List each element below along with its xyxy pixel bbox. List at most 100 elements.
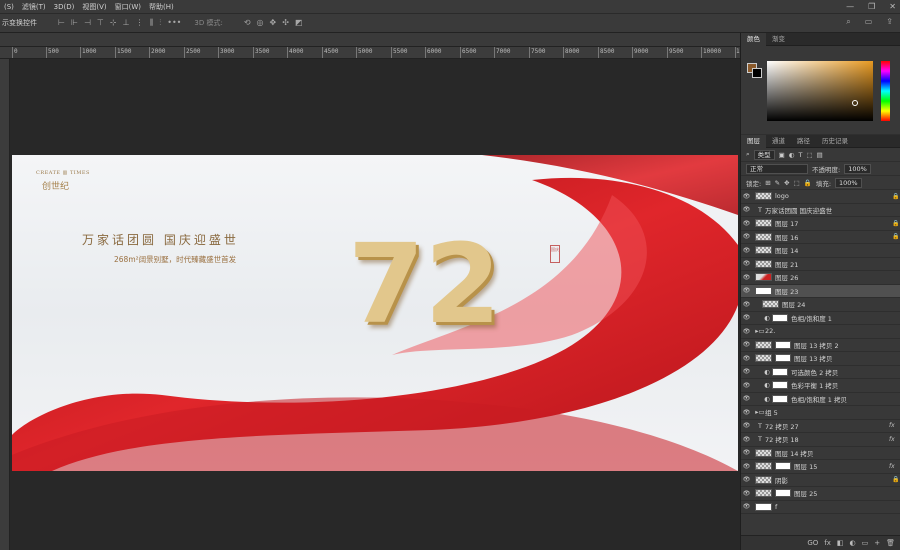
layer-row[interactable]: 👁 ◐ 色相/饱和度 1 xyxy=(741,312,900,325)
visibility-eye-icon[interactable]: 👁 xyxy=(741,220,752,227)
layer-name[interactable]: 可选颜色 2 拷贝 xyxy=(791,367,900,377)
folder-icon[interactable]: ▸▭ xyxy=(755,408,765,416)
layer-row[interactable]: 👁 图层 21 xyxy=(741,258,900,271)
color-picker-field[interactable] xyxy=(767,61,873,121)
layer-thumbnail[interactable] xyxy=(755,340,772,349)
visibility-eye-icon[interactable]: 👁 xyxy=(741,247,752,254)
visibility-eye-icon[interactable]: 👁 xyxy=(741,274,752,281)
align-top-icon[interactable]: ⊤ xyxy=(97,19,104,27)
filter-shape-icon[interactable]: ⬚ xyxy=(806,151,812,159)
tab-color[interactable]: 颜色 xyxy=(741,32,766,46)
layer-row[interactable]: 👁 图层 17 🔒 xyxy=(741,217,900,231)
layer-thumbnail[interactable] xyxy=(755,354,772,363)
visibility-eye-icon[interactable]: 👁 xyxy=(741,193,752,200)
layer-name[interactable]: 图层 13 拷贝 xyxy=(794,353,900,363)
align-left-icon[interactable]: ⊢ xyxy=(58,19,65,27)
menu-3d[interactable]: 3D(D) xyxy=(50,3,79,11)
visibility-eye-icon[interactable]: 👁 xyxy=(741,328,752,335)
layer-name[interactable]: f xyxy=(775,503,900,511)
layer-row[interactable]: 👁 T 72 拷贝 18 fx xyxy=(741,433,900,447)
layer-name[interactable]: 72 拷贝 27 xyxy=(765,421,889,431)
share-icon[interactable]: ⇪ xyxy=(886,18,893,26)
tab-history[interactable]: 历史记录 xyxy=(816,135,854,148)
menu-select[interactable]: (S) xyxy=(0,3,18,11)
show-transform-controls-label[interactable]: 示变换控件 xyxy=(2,18,37,28)
search-icon[interactable]: ⌕ xyxy=(846,18,850,26)
layer-name[interactable]: 图层 16 xyxy=(775,232,891,242)
lock-pixels-icon[interactable]: ⊞ xyxy=(765,179,770,187)
layer-name[interactable]: 图层 26 xyxy=(775,272,900,282)
layer-mask-thumbnail[interactable] xyxy=(775,354,791,363)
layer-name[interactable]: 图层 21 xyxy=(775,259,900,269)
hue-slider[interactable] xyxy=(881,61,890,121)
layer-row[interactable]: 👁 logo 🔒 xyxy=(741,190,900,204)
layer-row[interactable]: 👁 ▸▭ 22. xyxy=(741,325,900,339)
layer-row[interactable]: 👁 图层 14 拷贝 xyxy=(741,447,900,460)
layer-thumbnail[interactable] xyxy=(755,219,772,228)
canvas-workspace[interactable]: CREATE ▥ TIMES 创世纪 万家话团圆 国庆迎盛世 268m²阔景别墅… xyxy=(10,59,740,550)
menu-window[interactable]: 窗口(W) xyxy=(111,2,145,12)
visibility-eye-icon[interactable]: 👁 xyxy=(741,341,752,348)
filter-type-icon[interactable]: T xyxy=(798,151,802,159)
layer-row[interactable]: 👁 ◐ 色相/饱和度 1 拷贝 xyxy=(741,393,900,406)
delete-layer-icon[interactable]: 🗑 xyxy=(886,539,895,547)
visibility-eye-icon[interactable]: 👁 xyxy=(741,476,752,483)
layer-thumbnail[interactable] xyxy=(762,300,779,309)
more-options-icon[interactable]: ••• xyxy=(167,19,181,27)
align-center-icon[interactable]: ⊩ xyxy=(71,19,78,27)
layer-mask-thumbnail[interactable] xyxy=(772,394,788,403)
layer-row[interactable]: 👁 图层 23 xyxy=(741,284,900,298)
layer-row[interactable]: 👁 图层 13 拷贝 2 xyxy=(741,339,900,352)
visibility-eye-icon[interactable]: 👁 xyxy=(741,409,752,416)
layer-thumbnail[interactable] xyxy=(755,502,772,511)
align-right-icon[interactable]: ⊣ xyxy=(84,19,91,27)
layer-name[interactable]: 色彩平衡 1 拷贝 xyxy=(791,380,900,390)
new-layer-icon[interactable]: + xyxy=(874,539,880,547)
add-style-icon[interactable]: fx xyxy=(824,539,831,547)
layer-mask-thumbnail[interactable] xyxy=(772,367,788,376)
visibility-eye-icon[interactable]: 👁 xyxy=(741,355,752,362)
layer-name[interactable]: 阴影 xyxy=(775,475,891,485)
opacity-input[interactable]: 100% xyxy=(844,163,871,174)
new-adjustment-icon[interactable]: ◐ xyxy=(850,539,856,547)
layer-thumbnail[interactable] xyxy=(755,448,772,457)
workspace-icon[interactable]: ▭ xyxy=(865,18,873,26)
filter-pixel-icon[interactable]: ▣ xyxy=(779,151,785,159)
add-mask-icon[interactable]: ◧ xyxy=(837,539,844,547)
layer-name[interactable]: logo xyxy=(775,192,891,200)
layer-row[interactable]: 👁 图层 16 🔒 xyxy=(741,231,900,244)
folder-icon[interactable]: ▸▭ xyxy=(755,327,765,335)
distribute-h-icon[interactable]: ⫼ xyxy=(150,19,154,27)
tab-channels[interactable]: 通道 xyxy=(766,135,791,148)
layer-thumbnail[interactable] xyxy=(755,246,772,255)
visibility-eye-icon[interactable]: 👁 xyxy=(741,490,752,497)
layer-row[interactable]: 👁 T 万家话团圆 国庆迎盛世 xyxy=(741,204,900,217)
layer-row[interactable]: 👁 图层 14 xyxy=(741,244,900,258)
layer-mask-thumbnail[interactable] xyxy=(775,340,791,349)
pan-3d-icon[interactable]: ✥ xyxy=(270,19,277,27)
visibility-eye-icon[interactable]: 👁 xyxy=(741,206,752,213)
layer-name[interactable]: 72 拷贝 18 xyxy=(765,434,889,444)
layer-thumbnail[interactable] xyxy=(755,259,772,268)
layer-row[interactable]: 👁 图层 15 fx xyxy=(741,460,900,474)
tab-gradient[interactable]: 渐变 xyxy=(766,33,791,46)
layer-name[interactable]: 图层 17 xyxy=(775,218,891,228)
fx-icon[interactable]: fx xyxy=(889,422,900,429)
document-canvas[interactable]: CREATE ▥ TIMES 创世纪 万家话团圆 国庆迎盛世 268m²阔景别墅… xyxy=(12,155,738,471)
menu-view[interactable]: 视图(V) xyxy=(78,2,110,12)
align-middle-icon[interactable]: ⊹ xyxy=(110,19,117,27)
blend-mode-select[interactable]: 正常 xyxy=(746,163,808,174)
layer-name[interactable]: 色相/饱和度 1 拷贝 xyxy=(791,394,900,404)
visibility-eye-icon[interactable]: 👁 xyxy=(741,449,752,456)
layer-mask-thumbnail[interactable] xyxy=(772,313,788,322)
layer-thumbnail[interactable] xyxy=(755,192,772,201)
fx-icon[interactable]: fx xyxy=(889,463,900,470)
picker-handle[interactable] xyxy=(852,100,858,106)
layer-name[interactable]: 图层 14 xyxy=(775,245,900,255)
layer-thumbnail[interactable] xyxy=(755,475,772,484)
lock-all-icon[interactable]: 🔒 xyxy=(804,179,812,187)
layer-name[interactable]: 图层 13 拷贝 2 xyxy=(794,340,900,350)
layer-name[interactable]: 组 5 xyxy=(765,407,900,417)
visibility-eye-icon[interactable]: 👁 xyxy=(741,368,752,375)
layer-row[interactable]: 👁 阴影 🔒 xyxy=(741,474,900,487)
